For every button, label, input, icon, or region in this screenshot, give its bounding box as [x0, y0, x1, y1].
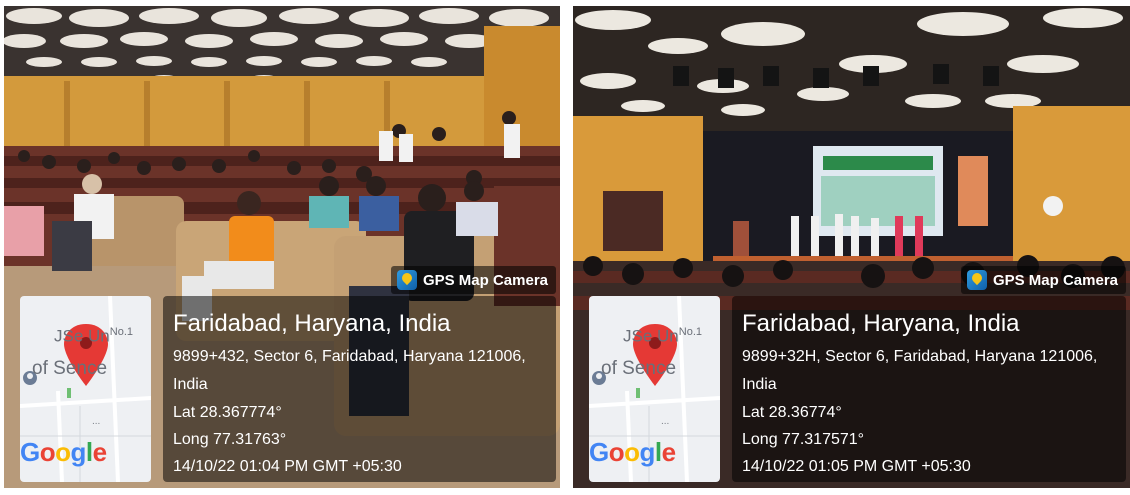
location-info-panel: Faridabad, Haryana, India 9899+432, Sect… [163, 296, 556, 482]
location-title: Faridabad, Haryana, India [173, 310, 451, 337]
map-label-science: of Sence [601, 358, 677, 379]
map-thumbnail: ... JSe UnNo.1 of Sence Google [589, 296, 720, 482]
auditorium-stage-photo: GPS Map Camera ... JSe UnNo.1 of Sence G… [573, 6, 1130, 488]
gps-map-camera-label: GPS Map Camera [422, 271, 548, 289]
gps-map-camera-icon [966, 270, 987, 290]
auditorium-audience-photo: GPS Map Camera ... JSe UnNo.1 of Sence G… [4, 6, 560, 488]
svg-text:...: ... [92, 416, 100, 427]
location-datetime: 14/10/22 01:04 PM GMT +05:30 [173, 458, 402, 475]
location-longitude: Long 77.31763° [173, 431, 287, 448]
location-latitude: Lat 28.367774° [173, 404, 282, 421]
gps-map-camera-tag: GPS Map Camera [960, 266, 1126, 294]
map-label-university: JSe UnNo.1 [54, 326, 134, 346]
map-thumbnail: ... JSe UnNo.1 of Sence Google [20, 296, 151, 482]
location-address: 9899+32H, Sector 6, Faridabad, Haryana 1… [742, 348, 1098, 365]
svg-text:...: ... [661, 416, 669, 427]
location-title: Faridabad, Haryana, India [742, 310, 1020, 337]
google-logo: Google [589, 437, 676, 467]
location-country: India [173, 376, 208, 393]
location-country: India [742, 376, 777, 393]
location-info-panel: Faridabad, Haryana, India 9899+32H, Sect… [732, 296, 1126, 482]
map-label-science: of Sence [32, 358, 108, 379]
map-label-university: JSe UnNo.1 [623, 326, 703, 346]
google-logo: Google [20, 437, 107, 467]
gps-map-camera-tag: GPS Map Camera [390, 266, 556, 294]
gps-map-camera-label: GPS Map Camera [992, 271, 1118, 289]
location-longitude: Long 77.317571° [742, 431, 865, 448]
location-latitude: Lat 28.36774° [742, 404, 842, 421]
location-address: 9899+432, Sector 6, Faridabad, Haryana 1… [173, 348, 526, 365]
gps-map-camera-icon [396, 270, 417, 290]
location-datetime: 14/10/22 01:05 PM GMT +05:30 [742, 458, 971, 475]
